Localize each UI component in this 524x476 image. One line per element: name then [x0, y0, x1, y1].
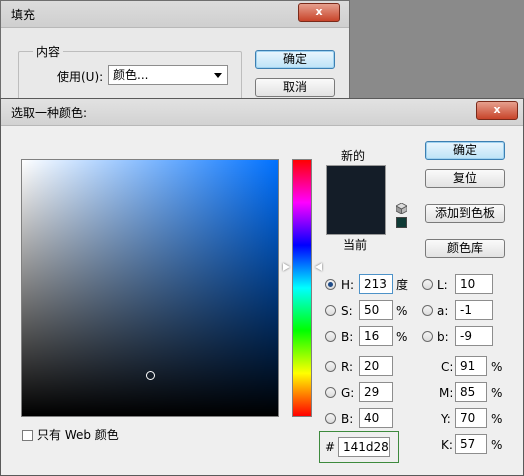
- picker-title-bar[interactable]: 选取一种颜色: x: [1, 99, 523, 126]
- lab-b-input[interactable]: -9: [455, 326, 493, 346]
- fill-dialog-close-button[interactable]: x: [298, 3, 340, 22]
- hue-unit: 度: [396, 278, 409, 292]
- lab-a-radio[interactable]: [422, 305, 433, 316]
- fill-dialog: 填充 x 内容 使用(U): 颜色... 确定 取消: [0, 0, 350, 113]
- hex-input[interactable]: 141d28: [338, 437, 390, 457]
- color-picker-dialog: 选取一种颜色: x 新的 当前 确定 复位 添加到色板 颜色库 H: 213 度…: [0, 98, 524, 476]
- lab-a-label: a:: [437, 304, 449, 318]
- fill-dialog-title-bar[interactable]: 填充 x: [1, 1, 349, 28]
- color-libraries-button[interactable]: 颜色库: [425, 239, 505, 258]
- lab-l-input[interactable]: 10: [455, 274, 493, 294]
- magenta-input[interactable]: 85: [455, 382, 487, 402]
- new-color-swatch: [326, 165, 386, 201]
- brightness-unit: %: [396, 330, 408, 344]
- web-safe-color-swatch[interactable]: [396, 217, 407, 228]
- green-radio[interactable]: [325, 387, 336, 398]
- current-color-swatch[interactable]: [326, 201, 386, 235]
- hex-group: # 141d28: [319, 431, 399, 463]
- cube-icon[interactable]: [395, 202, 408, 215]
- fill-cancel-button[interactable]: 取消: [255, 78, 335, 97]
- fill-dialog-title: 填充: [11, 8, 36, 22]
- brightness-input[interactable]: 16: [359, 326, 393, 346]
- red-radio[interactable]: [325, 361, 336, 372]
- use-label: 使用(U):: [57, 70, 104, 84]
- hex-label: #: [325, 440, 336, 454]
- black-input[interactable]: 57: [455, 434, 487, 454]
- saturation-radio[interactable]: [325, 305, 336, 316]
- yellow-label: Y:: [441, 412, 451, 426]
- lab-b-label: b:: [437, 330, 449, 344]
- hue-slider-left-arrow-icon[interactable]: [283, 263, 290, 271]
- web-only-label: 只有 Web 颜色: [37, 428, 119, 442]
- hue-slider-right-arrow-icon[interactable]: [315, 263, 322, 271]
- red-label: R:: [341, 360, 354, 374]
- saturation-input[interactable]: 50: [359, 300, 393, 320]
- hue-radio[interactable]: [325, 279, 336, 290]
- hue-input[interactable]: 213: [359, 274, 393, 294]
- content-group-label: 内容: [33, 43, 64, 60]
- cyan-input[interactable]: 91: [455, 356, 487, 376]
- blue-input[interactable]: 40: [359, 408, 393, 428]
- lab-l-label: L:: [437, 278, 448, 292]
- red-input[interactable]: 20: [359, 356, 393, 376]
- saturation-unit: %: [396, 304, 408, 318]
- lab-b-radio[interactable]: [422, 331, 433, 342]
- blue-radio[interactable]: [325, 413, 336, 424]
- brightness-radio[interactable]: [325, 331, 336, 342]
- magenta-label: M:: [439, 386, 454, 400]
- lab-l-radio[interactable]: [422, 279, 433, 290]
- color-field-cursor[interactable]: [146, 371, 155, 380]
- current-color-label: 当前: [343, 238, 368, 252]
- green-input[interactable]: 29: [359, 382, 393, 402]
- use-select-value: 颜色...: [113, 68, 149, 82]
- yellow-input[interactable]: 70: [455, 408, 487, 428]
- saturation-label: S:: [341, 304, 353, 318]
- lab-a-input[interactable]: -1: [455, 300, 493, 320]
- use-select[interactable]: 颜色...: [108, 65, 228, 85]
- magenta-unit: %: [491, 386, 503, 400]
- cyan-unit: %: [491, 360, 503, 374]
- color-field[interactable]: [21, 159, 279, 417]
- hue-slider[interactable]: [292, 159, 312, 417]
- add-to-swatches-button[interactable]: 添加到色板: [425, 204, 505, 223]
- brightness-label: B:: [341, 330, 354, 344]
- green-label: G:: [341, 386, 355, 400]
- picker-title: 选取一种颜色:: [11, 106, 88, 120]
- hue-label: H:: [341, 278, 355, 292]
- picker-ok-button[interactable]: 确定: [425, 141, 505, 160]
- new-color-label: 新的: [341, 149, 366, 163]
- blue-label: B:: [341, 412, 354, 426]
- fill-ok-button[interactable]: 确定: [255, 50, 335, 69]
- reset-button[interactable]: 复位: [425, 169, 505, 188]
- chevron-down-icon: [214, 73, 222, 78]
- web-only-checkbox[interactable]: [22, 430, 33, 441]
- picker-close-button[interactable]: x: [476, 101, 518, 120]
- black-label: K:: [441, 438, 453, 452]
- cyan-label: C:: [441, 360, 454, 374]
- yellow-unit: %: [491, 412, 503, 426]
- black-unit: %: [491, 438, 503, 452]
